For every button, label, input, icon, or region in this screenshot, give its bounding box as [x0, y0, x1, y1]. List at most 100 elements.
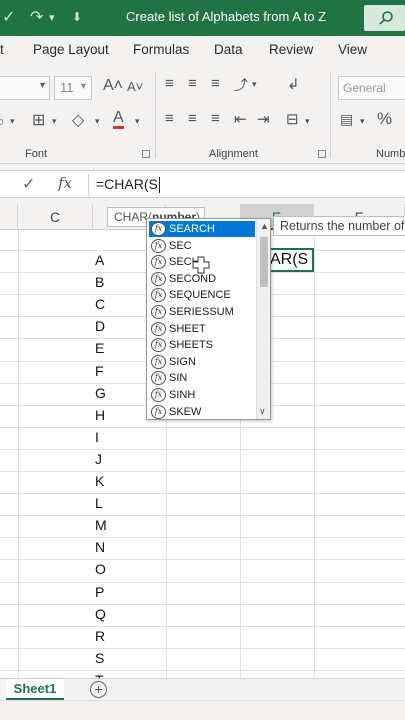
enter-check-icon[interactable]: ✓ [22, 174, 35, 194]
tab-formulas[interactable]: Formulas [133, 42, 189, 57]
dropdown-chevron-icon[interactable]: ▾ [49, 11, 55, 24]
save-icon[interactable]: ✓ [2, 7, 15, 27]
decrease-font-icon[interactable]: A˅ [127, 79, 143, 94]
fill-color-icon[interactable]: ◇ [72, 110, 84, 130]
scroll-down-icon[interactable]: ∨ [259, 406, 266, 417]
chevron-down-icon[interactable]: ▾ [40, 80, 45, 91]
autocomplete-item[interactable]: fx SIGN [149, 354, 255, 370]
font-size-value: 11 [60, 80, 74, 95]
letter-cell[interactable]: N [95, 539, 125, 555]
autocomplete-item-label: SINH [169, 389, 196, 401]
letter-cell[interactable]: O [95, 561, 125, 577]
autocomplete-item[interactable]: fx SERIESSUM [149, 304, 255, 320]
percent-style-icon[interactable]: % [377, 109, 392, 129]
autocomplete-item[interactable]: fx SINH [149, 387, 255, 403]
autocomplete-item-label: SEC [169, 239, 192, 252]
function-icon: fx [151, 255, 166, 270]
letter-cell[interactable]: E [95, 340, 125, 356]
status-bar [0, 700, 405, 720]
customize-icon[interactable]: ⬇ [72, 10, 82, 24]
increase-indent-icon[interactable]: ⇥ [257, 110, 270, 128]
tab-data[interactable]: Data [214, 42, 243, 57]
function-icon: fx [151, 371, 166, 386]
scroll-up-icon[interactable]: ▲ [260, 221, 269, 231]
letter-cell[interactable]: D [95, 318, 125, 334]
tab-review[interactable]: Review [269, 42, 313, 57]
font-color-icon[interactable]: A [113, 110, 124, 129]
function-icon: fx [151, 321, 166, 336]
top-align-icon[interactable]: ≡ [165, 75, 174, 92]
redo-icon[interactable]: ↷ [30, 7, 43, 27]
letter-cell[interactable]: R [95, 628, 125, 644]
decrease-indent-icon[interactable]: ⇤ [234, 110, 247, 128]
middle-align-icon[interactable]: ≡ [188, 75, 197, 92]
font-dialog-launcher-icon[interactable] [142, 150, 150, 158]
chevron-down-icon: ▾ [135, 116, 140, 126]
align-left-icon[interactable]: ≡ [165, 110, 174, 127]
function-icon: fx [151, 288, 166, 303]
tab-insert[interactable]: t [0, 42, 4, 57]
grid-row-line [0, 493, 405, 494]
tab-view[interactable]: View [338, 42, 367, 57]
letter-cell[interactable]: P [95, 584, 125, 600]
group-divider [330, 72, 331, 158]
align-center-icon[interactable]: ≡ [188, 110, 197, 127]
letter-cell[interactable]: B [95, 274, 125, 290]
number-format-box[interactable]: General [338, 76, 405, 100]
grid-row-line [0, 648, 405, 649]
grid-row-line [0, 515, 405, 516]
alignment-dialog-launcher-icon[interactable] [318, 150, 326, 158]
ribbon-tabs: t Page Layout Formulas Data Review View [0, 36, 405, 66]
autocomplete-item-label: SIGN [169, 355, 196, 368]
grid-column-line [314, 230, 315, 678]
title-bar: ✓ ↷ ▾ ⬇ Create list of Alphabets from A … [0, 0, 405, 36]
chevron-down-icon: ▾ [360, 116, 365, 126]
letter-cell[interactable]: H [95, 407, 125, 423]
insert-function-icon[interactable]: fx [58, 174, 72, 192]
letter-cell[interactable]: G [95, 385, 125, 401]
sheet-tab[interactable]: Sheet1 [6, 679, 64, 701]
column-header-c[interactable]: C [18, 204, 93, 230]
grid-row-line [0, 471, 405, 472]
letter-cell[interactable]: J [95, 451, 125, 467]
search-button[interactable] [364, 5, 405, 31]
autocomplete-item[interactable]: fx SEARCH [149, 221, 255, 237]
letter-cell[interactable]: M [95, 517, 125, 533]
letter-cell[interactable]: Q [95, 606, 125, 622]
plus-circle-icon[interactable]: + [90, 681, 107, 698]
tab-page-layout[interactable]: Page Layout [33, 42, 109, 57]
increase-font-icon[interactable]: A˄ [103, 77, 123, 95]
letter-cell[interactable]: I [95, 429, 125, 445]
borders-icon[interactable]: ⊞ [32, 110, 45, 130]
autocomplete-item[interactable]: fx SEC [149, 238, 255, 254]
letter-cell[interactable]: L [95, 495, 125, 511]
autocomplete-item-label: SHEETS [169, 339, 214, 352]
merge-center-icon[interactable]: ⊟ [286, 110, 299, 128]
scrollbar-thumb[interactable] [260, 237, 268, 287]
search-icon [379, 11, 393, 25]
function-autocomplete-list[interactable]: fx SEARCH fx SEC fx SECH fx SECOND fx SEQUENCE fx S… [146, 218, 271, 420]
font-size-box[interactable]: 11 ▾ [54, 76, 92, 100]
autocomplete-scrollbar[interactable]: ▲ ∨ [256, 219, 270, 419]
accounting-format-icon[interactable]: ▤ [340, 111, 353, 128]
autocomplete-item[interactable]: fx SHEETS [149, 337, 255, 353]
underline-icon[interactable]: ○ [0, 113, 4, 129]
text-caret [158, 177, 160, 194]
autocomplete-item[interactable]: fx SIN [149, 370, 255, 386]
grid-row-line [0, 537, 405, 538]
letter-cell[interactable]: K [95, 473, 125, 489]
wrap-text-icon[interactable]: ↲ [287, 75, 300, 93]
letter-cell[interactable]: F [95, 363, 125, 379]
formula-input[interactable]: =CHAR(S [96, 176, 160, 194]
bottom-align-icon[interactable]: ≡ [211, 75, 220, 92]
letter-cell[interactable]: A [95, 252, 125, 268]
column-header-prev[interactable] [0, 204, 18, 230]
align-right-icon[interactable]: ≡ [211, 110, 220, 127]
autocomplete-item[interactable]: fx SEQUENCE [149, 287, 255, 303]
letter-cell[interactable]: S [95, 650, 125, 666]
autocomplete-item[interactable]: fx SHEET [149, 321, 255, 337]
autocomplete-item[interactable]: fx SKEW [149, 404, 255, 420]
function-icon: fx [151, 271, 166, 286]
letter-cell[interactable]: C [95, 296, 125, 312]
orientation-icon[interactable]: ⤴ [234, 75, 248, 95]
